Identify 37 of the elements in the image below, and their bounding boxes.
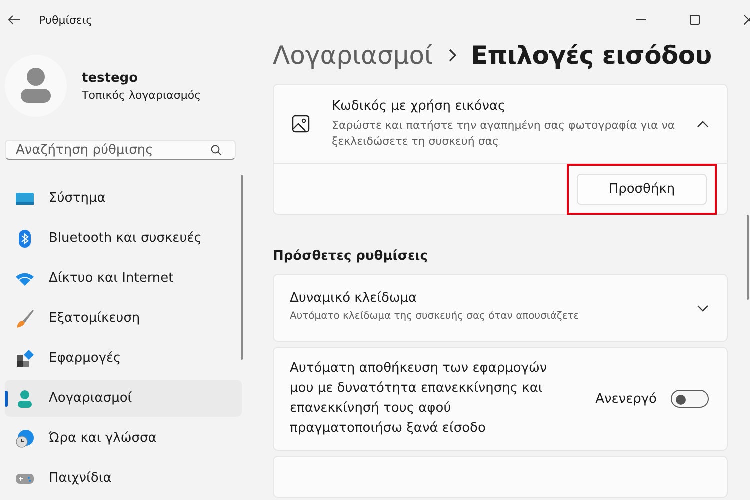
page-title: Επιλογές εισόδου xyxy=(471,40,712,70)
chevron-right-icon xyxy=(449,48,457,62)
picture-icon xyxy=(292,115,310,133)
toggle-switch[interactable] xyxy=(671,390,709,408)
section-heading: Πρόσθετες ρυθμίσεις xyxy=(273,249,429,264)
toggle-state: Ανενεργό xyxy=(596,392,657,406)
globe-clock-icon xyxy=(15,428,35,448)
chevron-down-icon[interactable] xyxy=(697,304,709,312)
sidebar-item[interactable]: Σύστημα xyxy=(5,180,242,217)
avatar-icon xyxy=(5,55,67,117)
breadcrumb-link[interactable]: Λογαριασμοί xyxy=(273,40,433,70)
setting-description: Αυτόματο κλείδωμα της συσκευής σας όταν απουσιάζετε xyxy=(290,310,580,324)
setting-title: Κωδικός με χρήση εικόνας xyxy=(332,98,507,114)
paintbrush-icon xyxy=(15,308,35,328)
scrollbar[interactable] xyxy=(747,215,749,300)
sidebar-item[interactable]: Εξατομίκευση xyxy=(5,300,242,337)
sidebar-item[interactable]: Δίκτυο και Internet xyxy=(5,260,242,297)
chevron-up-icon[interactable] xyxy=(697,120,709,128)
maximize-icon[interactable] xyxy=(690,15,700,25)
sidebar-item[interactable]: Παιχνίδια xyxy=(5,460,242,497)
search-icon[interactable] xyxy=(211,144,222,156)
setting-title: Αυτόματη αποθήκευση των εφαρμογών μου με δυνατότητα επανεκκίνησης και επανεκκίνησή τους αφού πραγματοποιήσω ξανά είσοδο xyxy=(290,360,548,438)
search-field[interactable]: Αναζήτηση ρύθμισης xyxy=(5,140,236,160)
apps-icon xyxy=(15,348,35,368)
add-button[interactable]: Προσθήκη xyxy=(577,174,707,204)
sidebar-item[interactable]: Bluetooth και συσκευές xyxy=(5,220,242,257)
user-name: testego xyxy=(82,70,140,86)
account-type: Τοπικός λογαριασμός xyxy=(82,88,202,102)
person-icon xyxy=(15,388,35,408)
sidebar-item[interactable]: Λογαριασμοί xyxy=(5,380,242,417)
setting-title: Δυναμικό κλείδωμα xyxy=(290,291,418,306)
back-arrow-icon[interactable] xyxy=(8,15,20,25)
sidebar-item[interactable]: Ώρα και γλώσσα xyxy=(5,420,242,457)
setting-description: Σαρώστε και πατήστε την αγαπημένη σας φωτογραφία για να ξεκλειδώσετε τη συσκευή σας xyxy=(332,118,676,150)
sidebar-item[interactable]: Εφαρμογές xyxy=(5,340,242,377)
scrollbar[interactable] xyxy=(241,175,243,360)
window-title: Ρυθμίσεις xyxy=(39,14,93,26)
